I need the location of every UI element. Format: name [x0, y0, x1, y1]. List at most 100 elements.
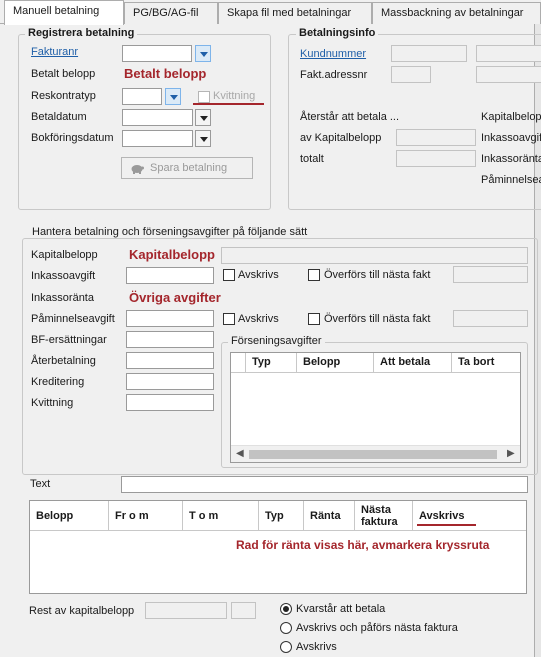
fees-col-typ[interactable]: Typ	[246, 353, 297, 373]
inkassoavgift-avskrivs-checkbox[interactable]	[223, 269, 235, 281]
ovriga-avgifter-annotation: Övriga avgifter	[129, 290, 221, 305]
reskontratyp-dropdown-button[interactable]	[165, 88, 181, 105]
paminnelse-avskrivs-checkbox[interactable]	[223, 313, 235, 325]
inkassoavgift-avskrivs-label: Avskrivs	[238, 269, 279, 281]
fees-horizontal-scrollbar[interactable]: ◀ ▶	[231, 445, 520, 462]
radio-avskrivs-pafors-label[interactable]: Avskrivs och påförs nästa faktura	[296, 622, 458, 634]
kvittning-input[interactable]	[126, 394, 214, 411]
fakturanr-link[interactable]: Fakturanr	[31, 46, 78, 58]
rest-label: Rest av kapitalbelopp	[29, 605, 135, 617]
bf-ersattningar-label: BF-ersättningar	[31, 334, 107, 346]
paminnelse-overfors-checkbox[interactable]	[308, 313, 320, 325]
bokforingsdatum-dropdown-button[interactable]	[195, 130, 211, 147]
radio-kvarstar-label[interactable]: Kvarstår att betala	[296, 603, 385, 615]
rest-amount-field	[145, 602, 227, 619]
avskrivs-underline	[417, 524, 476, 526]
rows-col-from[interactable]: Fr o m	[109, 501, 183, 531]
rows-col-tom[interactable]: T o m	[183, 501, 259, 531]
text-label: Text	[30, 478, 51, 490]
kundnummer-field	[391, 45, 467, 62]
tab-massbackning[interactable]: Massbackning av betalningar	[372, 2, 541, 24]
radio-avskrivs-label[interactable]: Avskrivs	[296, 641, 337, 653]
betalt-belopp-label: Betalt belopp	[31, 68, 96, 80]
fakturanr-dropdown-button[interactable]	[195, 45, 211, 62]
paminnelseavgift-input[interactable]	[126, 310, 214, 327]
av-kapitalbelopp-label: av Kapitalbelopp	[300, 132, 382, 144]
kapitalbelopp-annotation: Kapitalbelopp	[129, 247, 215, 262]
paminnelseavgift-label: Påminnelseavgift	[31, 313, 115, 325]
kundnummer-link[interactable]: Kundnummer	[300, 48, 366, 60]
rows-col-ranta[interactable]: Ränta	[304, 501, 355, 531]
fakt-adress-field	[476, 66, 541, 83]
radio-avskrivs[interactable]	[280, 641, 292, 653]
betaldatum-input[interactable]	[122, 109, 193, 126]
radio-kvarstar[interactable]	[280, 603, 292, 615]
tab-bar: Manuell betalning PG/BG/AG-fil Skapa fil…	[0, 0, 541, 25]
payment-info-legend: Betalningsinfo	[296, 27, 379, 39]
inkassoavgift-label: Inkassoavgift	[31, 270, 96, 282]
kvittning-underline	[193, 103, 264, 105]
register-payment-legend: Registrera betalning	[25, 27, 138, 39]
tab-skapa-fil[interactable]: Skapa fil med betalningar	[218, 2, 372, 24]
fees-legend: Förseningsavgifter	[228, 335, 325, 347]
kapitalbelopp-info-field	[221, 247, 528, 264]
paminnelse-overfors-field	[453, 310, 528, 327]
info-inkassoranta-label: Inkassoränta	[481, 153, 541, 165]
rows-col-nasta-faktura[interactable]: Nästa faktura	[355, 501, 413, 531]
info-paminnelse-label: Påminnelsea	[481, 174, 541, 186]
inkassoavgift-overfors-field	[453, 266, 528, 283]
handle-payment-legend: Hantera betalning och förseningsavgifter…	[29, 226, 311, 238]
inkassoranta-label: Inkassoränta	[31, 292, 94, 304]
fees-grid[interactable]: Typ Belopp Att betala Ta bort ◀ ▶	[230, 352, 521, 463]
rows-col-typ[interactable]: Typ	[259, 501, 304, 531]
tab-manuell-betalning[interactable]: Manuell betalning	[4, 0, 124, 25]
rows-col-belopp[interactable]: Belopp	[30, 501, 109, 531]
reskontratyp-label: Reskontratyp	[31, 90, 96, 102]
fakt-adressnr-field	[391, 66, 431, 83]
reskontratyp-input[interactable]	[122, 88, 162, 105]
kreditering-label: Kreditering	[31, 376, 85, 388]
tab-pg-bg-ag-fil[interactable]: PG/BG/AG-fil	[124, 2, 218, 24]
fees-col-att-betala[interactable]: Att betala	[374, 353, 452, 373]
betalt-belopp-annotation: Betalt belopp	[124, 66, 207, 81]
info-inkassoavgift-label: Inkassoavgif	[481, 132, 541, 144]
aterbetalning-input[interactable]	[126, 352, 214, 369]
info-kapitalbelopp-label: Kapitalbelop	[481, 111, 541, 123]
kvittning-checkbox[interactable]	[198, 91, 210, 103]
fees-scrollbar-thumb[interactable]	[249, 450, 497, 459]
paminnelse-overfors-label: Överförs till nästa fakt	[324, 313, 431, 325]
aterbetalning-label: Återbetalning	[31, 355, 96, 367]
fees-col-belopp[interactable]: Belopp	[297, 353, 374, 373]
rows-col-avskrivs[interactable]: Avskrivs	[413, 501, 526, 531]
betaldatum-dropdown-button[interactable]	[195, 109, 211, 126]
piggy-bank-icon	[131, 165, 144, 174]
bf-ersattningar-input[interactable]	[126, 331, 214, 348]
paminnelse-avskrivs-label: Avskrivs	[238, 313, 279, 325]
kvittning-checkbox-label: Kvittning	[213, 90, 256, 102]
rows-annotation: Rad för ränta visas här, avmarkera kryss…	[236, 538, 490, 552]
save-payment-button[interactable]: Spara betalning	[121, 157, 253, 179]
av-kapitalbelopp-field	[396, 129, 476, 146]
totalt-label: totalt	[300, 153, 324, 165]
fakt-adressnr-label: Fakt.adressnr	[300, 69, 368, 81]
interest-rows-grid[interactable]: Belopp Fr o m T o m Typ Ränta Nästa fakt…	[29, 500, 527, 594]
bokforingsdatum-label: Bokföringsdatum	[31, 132, 114, 144]
kreditering-input[interactable]	[126, 373, 214, 390]
totalt-field	[396, 150, 476, 167]
betaldatum-label: Betaldatum	[31, 111, 87, 123]
text-input[interactable]	[121, 476, 528, 493]
inkassoavgift-overfors-checkbox[interactable]	[308, 269, 320, 281]
kvittning-label: Kvittning	[31, 397, 74, 409]
bokforingsdatum-input[interactable]	[122, 130, 193, 147]
rest-small-field	[231, 602, 256, 619]
scroll-left-icon[interactable]: ◀	[236, 448, 244, 459]
aterstar-label: Återstår att betala ...	[300, 111, 400, 123]
fees-grid-rowheader	[231, 353, 246, 373]
inkassoavgift-overfors-label: Överförs till nästa fakt	[324, 269, 431, 281]
fees-col-ta-bort[interactable]: Ta bort	[452, 353, 520, 373]
kundnamn-field	[476, 45, 541, 62]
fakturanr-input[interactable]	[122, 45, 192, 62]
scroll-right-icon[interactable]: ▶	[507, 448, 515, 459]
radio-avskrivs-pafors[interactable]	[280, 622, 292, 634]
inkassoavgift-input[interactable]	[126, 267, 214, 284]
